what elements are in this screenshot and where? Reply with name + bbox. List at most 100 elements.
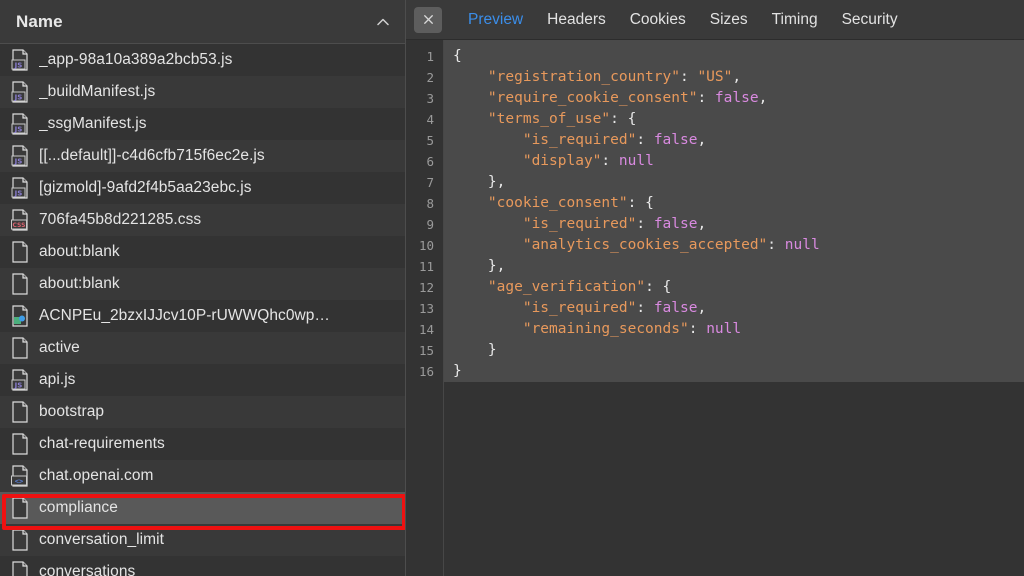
file-list-item[interactable]: conversation_limit bbox=[0, 524, 405, 556]
generic-file-icon bbox=[10, 497, 30, 519]
tab-timing[interactable]: Timing bbox=[760, 0, 830, 40]
code-token-punct bbox=[453, 111, 488, 127]
file-list-header[interactable]: Name bbox=[0, 0, 405, 44]
code-token-lit: false bbox=[654, 132, 698, 148]
file-list-item[interactable]: JS [gizmold]-9afd2f4b5aa23ebc.js bbox=[0, 172, 405, 204]
line-number: 13 bbox=[406, 298, 434, 319]
code-token-punct bbox=[453, 279, 488, 295]
tab-security[interactable]: Security bbox=[830, 0, 910, 40]
code-token-punct: , bbox=[697, 216, 706, 232]
code-line: }, bbox=[444, 256, 1024, 277]
code-token-lit: null bbox=[706, 321, 741, 337]
file-list-item[interactable]: chat-requirements bbox=[0, 428, 405, 460]
svg-text:JS: JS bbox=[14, 189, 23, 197]
code-token-str: "cookie_consent" bbox=[488, 195, 628, 211]
tab-headers[interactable]: Headers bbox=[535, 0, 618, 40]
file-list-item[interactable]: JS_app-98a10a389a2bcb53.js bbox=[0, 44, 405, 76]
line-number: 14 bbox=[406, 319, 434, 340]
file-list-item[interactable]: about:blank bbox=[0, 268, 405, 300]
generic-file-icon bbox=[10, 433, 30, 455]
svg-text:CSS: CSS bbox=[13, 222, 26, 229]
file-name-label: bootstrap bbox=[39, 403, 104, 421]
line-number: 7 bbox=[406, 172, 434, 193]
line-number: 1 bbox=[406, 46, 434, 67]
svg-text:JS: JS bbox=[14, 61, 23, 69]
file-list-item[interactable]: JSapi.js bbox=[0, 364, 405, 396]
code-line: "require_cookie_consent": false, bbox=[444, 88, 1024, 109]
code-token-punct: : bbox=[636, 300, 653, 316]
code-token-str: "is_required" bbox=[523, 300, 637, 316]
code-token-punct: , bbox=[697, 300, 706, 316]
code-token-str: "age_verification" bbox=[488, 279, 645, 295]
file-list-item[interactable]: ACNPEu_2bzxIJJcv10P-rUWWQhc0wp… bbox=[0, 300, 405, 332]
file-name-label: compliance bbox=[39, 499, 118, 517]
code-line: "remaining_seconds": null bbox=[444, 319, 1024, 340]
code-token-punct: : bbox=[680, 69, 697, 85]
file-name-label: _ssgManifest.js bbox=[39, 115, 147, 133]
chevron-up-icon[interactable] bbox=[375, 14, 391, 30]
code-token-punct bbox=[453, 321, 523, 337]
file-list-item[interactable]: active bbox=[0, 332, 405, 364]
code-line: "is_required": false, bbox=[444, 298, 1024, 319]
tab-sizes[interactable]: Sizes bbox=[698, 0, 760, 40]
file-list-item[interactable]: JS _ssgManifest.js bbox=[0, 108, 405, 140]
code-token-punct bbox=[453, 132, 523, 148]
code-token-punct bbox=[453, 237, 523, 253]
line-number: 2 bbox=[406, 67, 434, 88]
file-name-label: conversations bbox=[39, 563, 135, 576]
file-list-item[interactable]: JS[[...default]]-c4d6cfb715f6ec2e.js bbox=[0, 140, 405, 172]
code-token-str: "is_required" bbox=[523, 132, 637, 148]
code-token-str: "terms_of_use" bbox=[488, 111, 610, 127]
generic-file-icon bbox=[10, 529, 30, 551]
code-content-wrap: { "registration_country": "US", "require… bbox=[444, 40, 1024, 576]
code-token-punct: { bbox=[453, 48, 462, 64]
file-list-item[interactable]: bootstrap bbox=[0, 396, 405, 428]
detail-tabbar: PreviewHeadersCookiesSizesTimingSecurity bbox=[406, 0, 1024, 40]
code-token-punct: , bbox=[697, 132, 706, 148]
code-token-punct: : bbox=[697, 90, 714, 106]
js-file-icon: JS bbox=[10, 81, 30, 103]
file-name-label: about:blank bbox=[39, 275, 120, 293]
tab-preview[interactable]: Preview bbox=[456, 0, 535, 40]
line-number: 16 bbox=[406, 361, 434, 382]
code-token-lit: false bbox=[715, 90, 759, 106]
line-number-gutter: 12345678910111213141516 bbox=[406, 40, 444, 576]
file-list-item[interactable]: CSS706fa45b8d221285.css bbox=[0, 204, 405, 236]
code-token-punct: , bbox=[759, 90, 768, 106]
code-token-str: "remaining_seconds" bbox=[523, 321, 689, 337]
svg-text:JS: JS bbox=[14, 125, 23, 133]
js-file-icon: JS bbox=[10, 177, 30, 199]
code-token-punct: : bbox=[636, 216, 653, 232]
js-file-icon: JS bbox=[10, 369, 30, 391]
code-token-punct: : { bbox=[610, 111, 636, 127]
file-name-label: chat.openai.com bbox=[39, 467, 154, 485]
js-file-icon: JS bbox=[10, 145, 30, 167]
generic-file-icon bbox=[10, 561, 30, 576]
file-list-item[interactable]: JS_buildManifest.js bbox=[0, 76, 405, 108]
line-number: 5 bbox=[406, 130, 434, 151]
json-preview-content[interactable]: { "registration_country": "US", "require… bbox=[444, 40, 1024, 382]
line-number: 15 bbox=[406, 340, 434, 361]
close-icon[interactable] bbox=[414, 7, 442, 33]
file-list[interactable]: JS_app-98a10a389a2bcb53.jsJS_buildManife… bbox=[0, 44, 405, 576]
code-token-str: "registration_country" bbox=[488, 69, 680, 85]
tab-group: PreviewHeadersCookiesSizesTimingSecurity bbox=[456, 0, 910, 40]
file-list-item[interactable]: conversations bbox=[0, 556, 405, 576]
line-number: 6 bbox=[406, 151, 434, 172]
js-file-icon: JS bbox=[10, 113, 30, 135]
file-name-label: chat-requirements bbox=[39, 435, 165, 453]
code-token-punct: : bbox=[689, 321, 706, 337]
file-list-item[interactable]: about:blank bbox=[0, 236, 405, 268]
code-line: "terms_of_use": { bbox=[444, 109, 1024, 130]
file-list-item[interactable]: compliance bbox=[0, 492, 405, 524]
image-file-icon bbox=[10, 305, 30, 327]
code-token-punct: , bbox=[732, 69, 741, 85]
file-name-label: [gizmold]-9afd2f4b5aa23ebc.js bbox=[39, 179, 252, 197]
tab-cookies[interactable]: Cookies bbox=[618, 0, 698, 40]
code-line: } bbox=[444, 361, 1024, 382]
code-viewer[interactable]: 12345678910111213141516 { "registration_… bbox=[406, 40, 1024, 576]
line-number: 9 bbox=[406, 214, 434, 235]
code-token-str: "display" bbox=[523, 153, 602, 169]
generic-file-icon bbox=[10, 241, 30, 263]
file-list-item[interactable]: <>chat.openai.com bbox=[0, 460, 405, 492]
